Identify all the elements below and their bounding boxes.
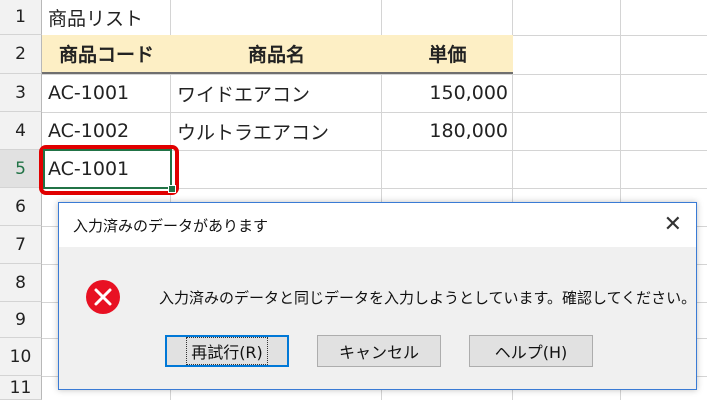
header-cell-name[interactable]: 商品名 bbox=[171, 35, 382, 74]
row-header-2[interactable]: 2 bbox=[0, 35, 42, 74]
header-cell-code[interactable]: 商品コード bbox=[42, 35, 171, 74]
retry-button[interactable]: 再試行(R) bbox=[165, 335, 289, 367]
row-header-5[interactable]: 5 bbox=[0, 150, 42, 188]
header-cell-price[interactable]: 単価 bbox=[382, 35, 513, 74]
cell-name[interactable]: ワイドエアコン bbox=[171, 74, 381, 112]
row-header-6[interactable]: 6 bbox=[0, 188, 42, 226]
row-header-1[interactable]: 1 bbox=[0, 0, 42, 35]
cell-selection-border bbox=[43, 149, 172, 189]
close-icon[interactable]: ✕ bbox=[664, 211, 682, 239]
cell-a1[interactable]: 商品リスト bbox=[42, 0, 170, 35]
dialog-title: 入力済みのデータがあります bbox=[73, 217, 269, 235]
cell-price[interactable]: 180,000 bbox=[382, 112, 512, 150]
row-header-3[interactable]: 3 bbox=[0, 74, 42, 112]
row-header-8[interactable]: 8 bbox=[0, 264, 42, 302]
retry-button-label: 再試行(R) bbox=[186, 337, 268, 365]
row-header-4[interactable]: 4 bbox=[0, 112, 42, 150]
cell-price[interactable]: 150,000 bbox=[382, 74, 512, 112]
error-icon bbox=[86, 280, 120, 314]
help-button[interactable]: ヘルプ(H) bbox=[469, 335, 593, 367]
error-dialog: 入力済みのデータがあります ✕ 入力済みのデータと同じデータを入力しようとしてい… bbox=[58, 202, 697, 390]
fill-handle[interactable] bbox=[168, 185, 176, 193]
dialog-titlebar[interactable]: 入力済みのデータがあります ✕ bbox=[59, 203, 696, 247]
dialog-message: 入力済みのデータと同じデータを入力しようとしています。確認してください。 bbox=[159, 289, 697, 307]
cancel-button[interactable]: キャンセル bbox=[317, 335, 441, 367]
row-header-11[interactable]: 11 bbox=[0, 376, 42, 400]
row-header-9[interactable]: 9 bbox=[0, 302, 42, 338]
cell-name[interactable]: ウルトラエアコン bbox=[171, 112, 381, 150]
row-header-10[interactable]: 10 bbox=[0, 338, 42, 376]
row-header-7[interactable]: 7 bbox=[0, 226, 42, 264]
cell-code[interactable]: AC-1001 bbox=[42, 74, 170, 112]
